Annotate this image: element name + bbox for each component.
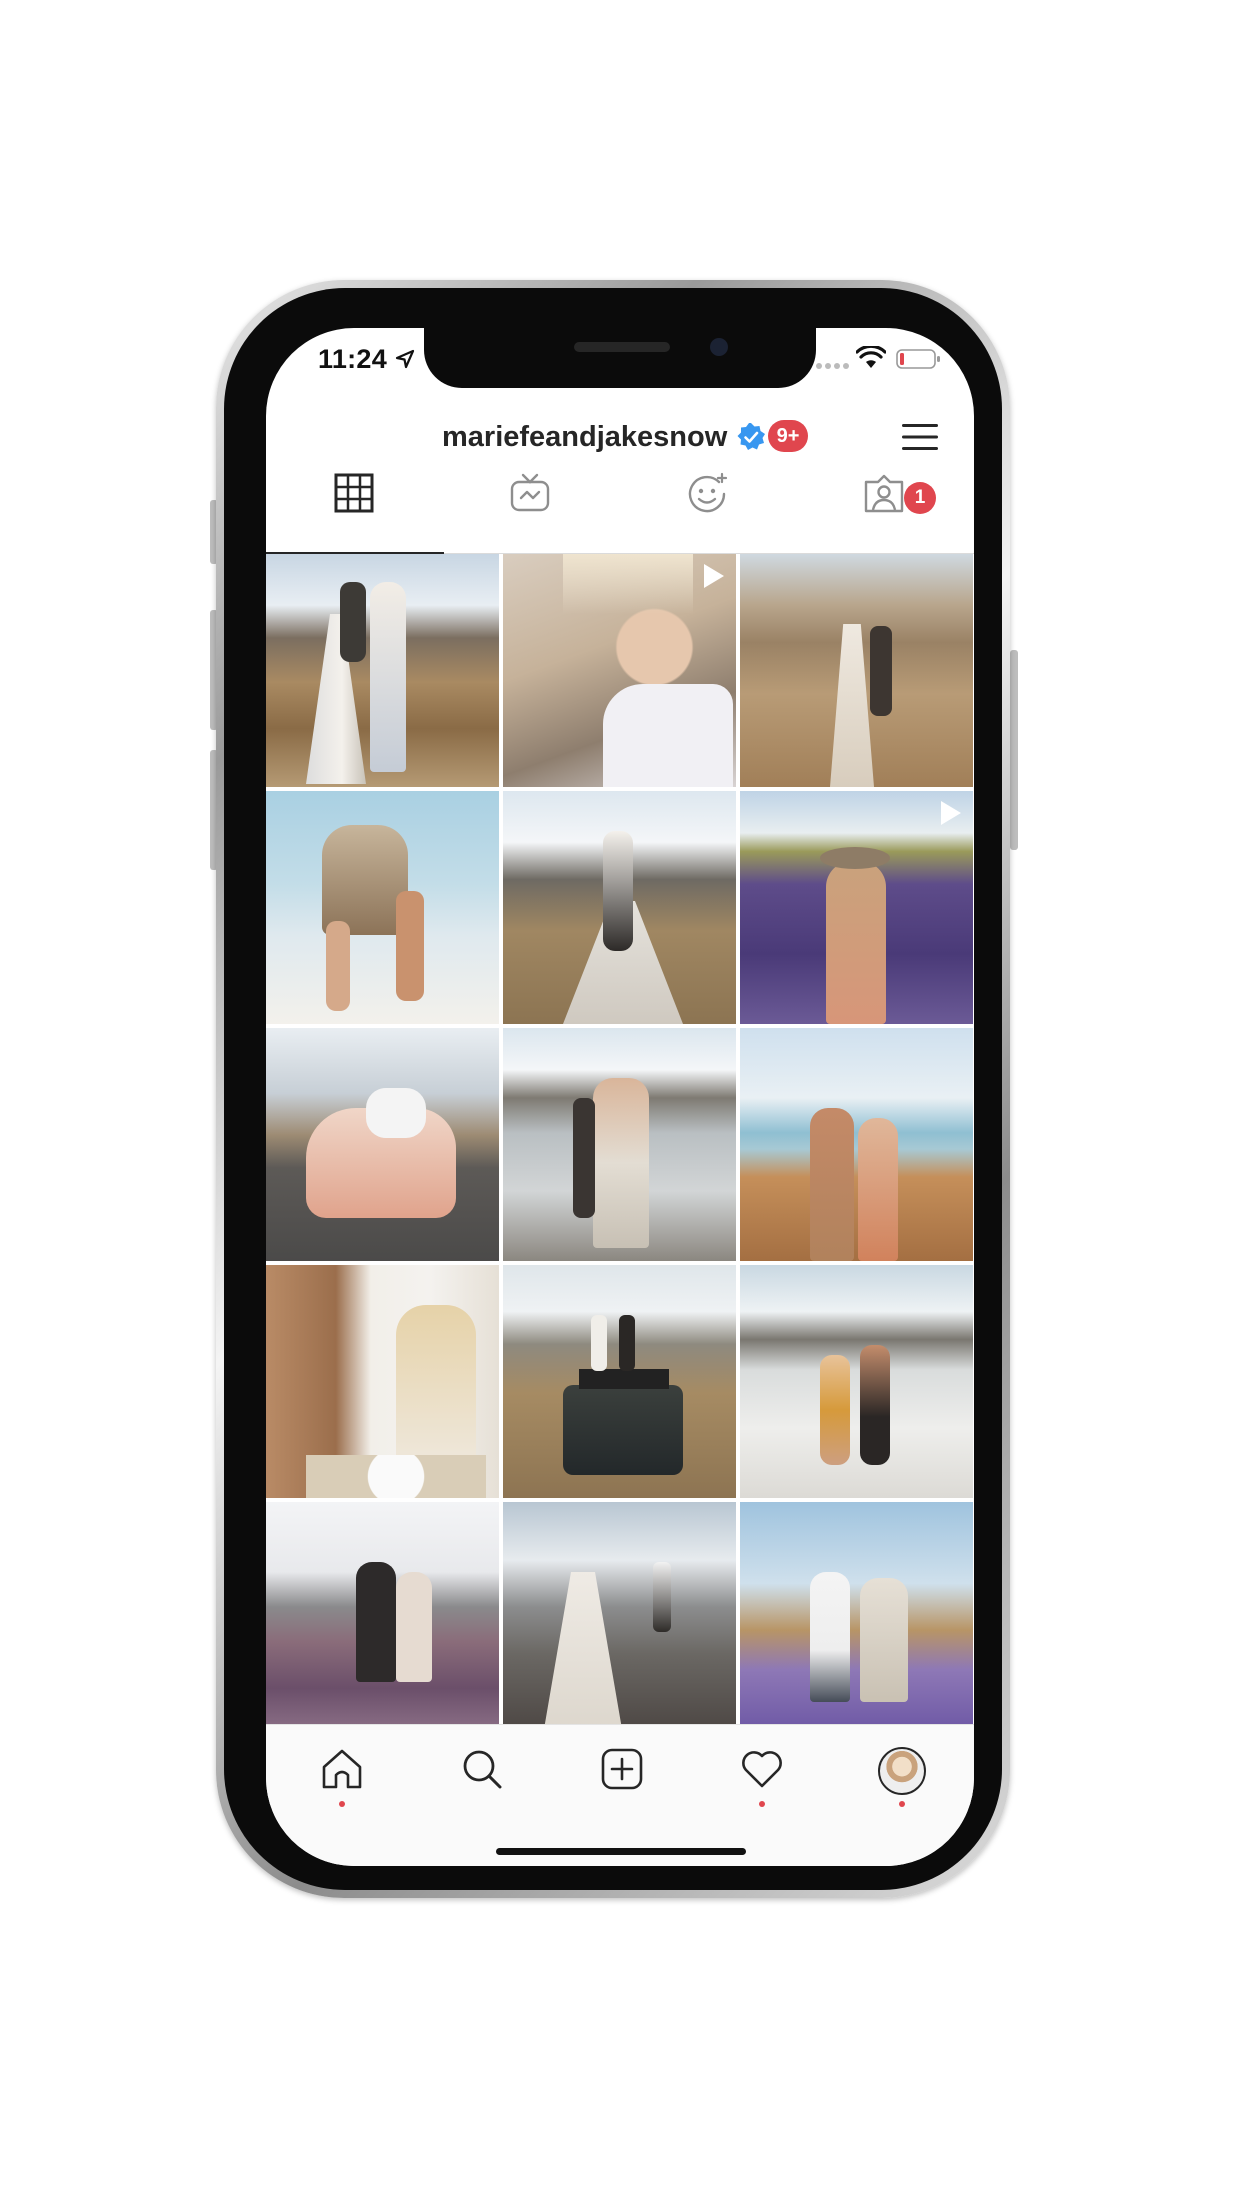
notification-badge[interactable]: 9+ — [768, 420, 808, 452]
post-thumbnail[interactable] — [266, 791, 499, 1024]
post-thumbnail[interactable] — [740, 791, 973, 1024]
tab-tagged[interactable] — [796, 466, 972, 540]
avatar — [878, 1747, 926, 1795]
bottom-navigation-bar — [266, 1724, 974, 1866]
menu-icon[interactable] — [902, 422, 938, 452]
video-indicator-icon — [704, 564, 724, 588]
heart-icon — [742, 1751, 782, 1788]
post-thumbnail[interactable] — [503, 791, 736, 1024]
power-button — [1010, 650, 1018, 850]
front-camera — [710, 338, 728, 356]
verified-badge-icon — [737, 423, 765, 450]
grid-icon — [334, 473, 374, 513]
tagged-count-badge: 1 — [904, 482, 936, 514]
tagged-person-icon — [864, 474, 904, 513]
post-thumbnail[interactable] — [503, 1502, 736, 1724]
nav-activity[interactable] — [732, 1747, 792, 1817]
posts-grid — [266, 554, 974, 1724]
post-thumbnail[interactable] — [503, 554, 736, 787]
tab-posts-grid[interactable] — [266, 466, 442, 540]
post-thumbnail[interactable] — [266, 1265, 499, 1498]
nav-new-post[interactable] — [592, 1747, 652, 1817]
face-effects-icon — [688, 472, 728, 513]
nav-profile[interactable] — [872, 1747, 932, 1817]
profile-notification-dot — [899, 1801, 905, 1807]
post-thumbnail[interactable] — [740, 1028, 973, 1261]
video-indicator-icon — [941, 801, 961, 825]
post-thumbnail[interactable] — [740, 1502, 973, 1724]
post-thumbnail[interactable] — [266, 1502, 499, 1724]
earpiece-speaker — [574, 342, 670, 352]
location-arrow-icon — [395, 349, 415, 369]
profile-username[interactable]: mariefeandjakesnow — [442, 421, 727, 454]
cellular-signal-icon — [816, 363, 849, 369]
home-notification-dot — [339, 1801, 345, 1807]
tab-face-effects[interactable] — [619, 466, 795, 540]
wifi-icon — [856, 346, 886, 368]
post-thumbnail[interactable] — [740, 554, 973, 787]
post-thumbnail[interactable] — [740, 1265, 973, 1498]
battery-icon — [896, 349, 940, 369]
nav-search[interactable] — [452, 1747, 512, 1817]
notch — [424, 328, 816, 388]
phone-screen: 11:24 mariefeandjakesnow 9+ 1 — [266, 328, 974, 1866]
search-icon — [463, 1750, 502, 1789]
igtv-icon — [510, 473, 550, 512]
status-time: 11:24 — [318, 344, 388, 374]
post-thumbnail[interactable] — [503, 1265, 736, 1498]
activity-notification-dot — [759, 1801, 765, 1807]
nav-home[interactable] — [312, 1747, 372, 1817]
tab-igtv[interactable] — [442, 466, 618, 540]
add-post-icon — [601, 1748, 643, 1790]
post-thumbnail[interactable] — [266, 554, 499, 787]
home-indicator[interactable] — [496, 1848, 746, 1855]
post-thumbnail[interactable] — [503, 1028, 736, 1261]
post-thumbnail[interactable] — [266, 1028, 499, 1261]
home-icon — [322, 1749, 362, 1789]
